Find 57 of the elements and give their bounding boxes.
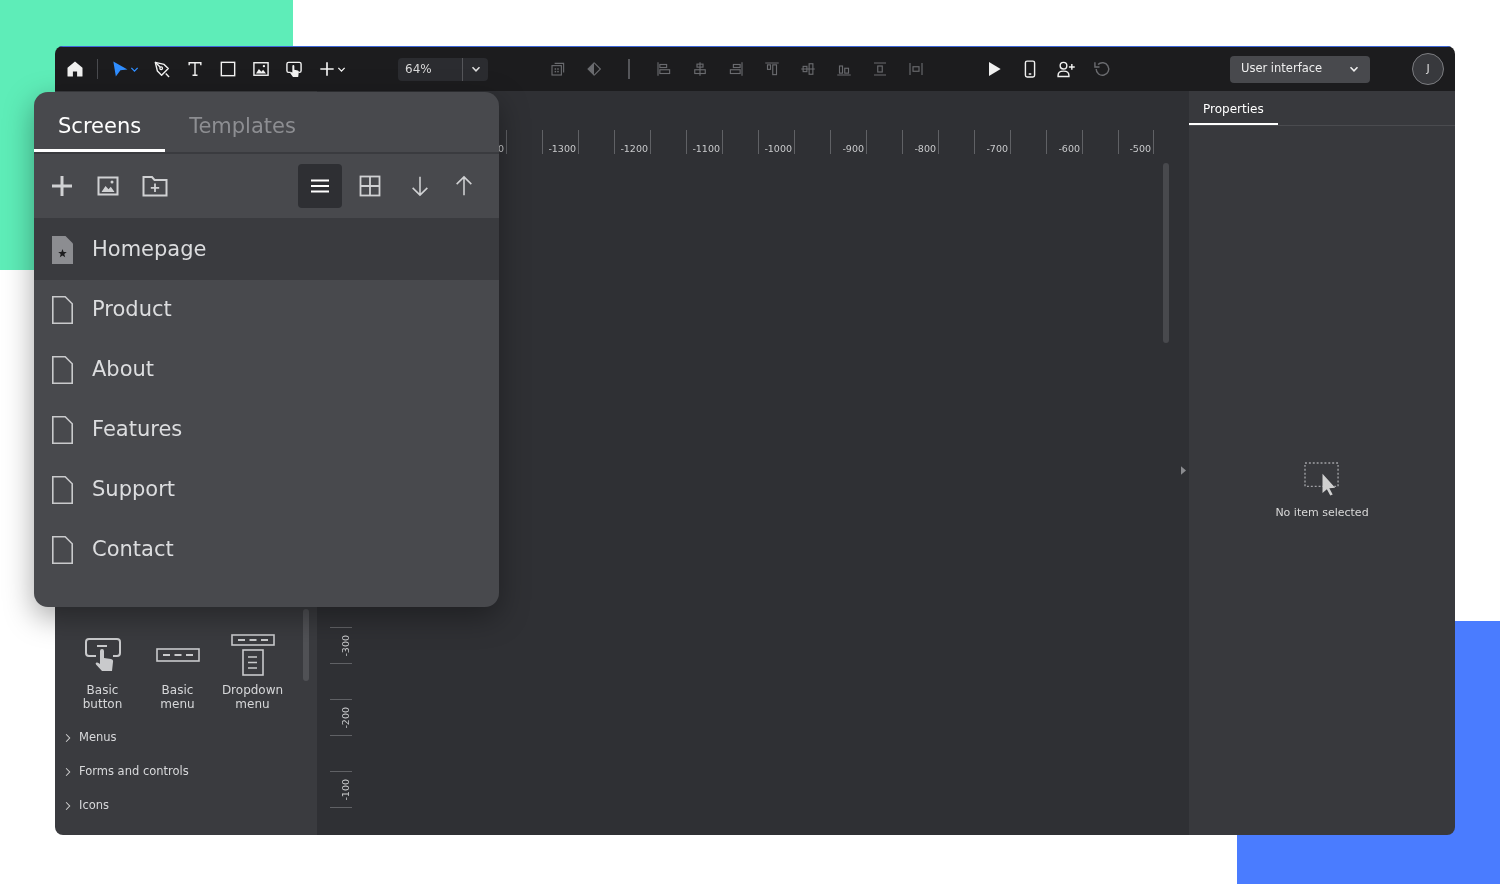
ruler-label: -1300	[548, 143, 576, 154]
panel-tab[interactable]: Properties	[1189, 91, 1278, 125]
ruler-label: -1200	[620, 143, 648, 154]
component-tile[interactable]: Dropdown menu	[215, 634, 290, 711]
menu-bar-icon	[155, 648, 200, 662]
triangle-right-icon[interactable]	[1181, 466, 1186, 475]
ruler-label: -300	[340, 634, 350, 657]
ruler-label: 0	[497, 143, 504, 154]
grid-icon	[358, 174, 382, 198]
cursor-selection-icon	[1303, 461, 1341, 497]
ruler-label: -700	[986, 143, 1008, 154]
image-icon[interactable]	[251, 59, 271, 79]
tap-button-icon	[84, 638, 121, 672]
ruler-label: -500	[1129, 143, 1151, 154]
cursor-icon[interactable]	[110, 59, 130, 79]
rectangle-icon[interactable]	[218, 59, 238, 79]
plus-icon[interactable]	[317, 59, 337, 79]
screen-list-item[interactable]: About	[34, 340, 499, 400]
mode-select[interactable]: User interface	[1230, 55, 1370, 83]
screen-list-item[interactable]: Contact	[34, 520, 499, 580]
screen-list-item[interactable]: Homepage	[34, 220, 499, 280]
category-item[interactable]: Forms and controls	[65, 755, 317, 789]
category-item[interactable]: Icons	[65, 789, 317, 823]
screen-list-item[interactable]: Support	[34, 460, 499, 520]
home-icon[interactable]	[65, 59, 85, 79]
ruler-label: -1100	[692, 143, 720, 154]
ruler-label: -200	[340, 706, 350, 729]
arrow-down-icon[interactable]	[409, 174, 431, 198]
scrollbar[interactable]	[303, 609, 309, 681]
plus-icon[interactable]	[50, 174, 74, 198]
zoom-field[interactable]: 64%	[398, 57, 463, 81]
hand-pointer-icon[interactable]	[284, 59, 304, 79]
text-tool-icon[interactable]	[185, 59, 205, 79]
dropdown-menu-icon	[230, 634, 275, 676]
pen-icon[interactable]	[152, 59, 172, 79]
ruler-label: -800	[914, 143, 936, 154]
panel-tab[interactable]: Screens	[34, 92, 166, 152]
scrollbar[interactable]	[1163, 163, 1169, 343]
ruler-label: -600	[1058, 143, 1080, 154]
view-toggle-button[interactable]	[298, 164, 342, 208]
zoom-dropdown-button[interactable]	[463, 57, 488, 81]
screen-list-item[interactable]: Features	[34, 400, 499, 460]
category-item[interactable]: Menus	[65, 721, 317, 755]
ruler-label: -1000	[764, 143, 792, 154]
component-tile[interactable]: Basic menu	[140, 634, 215, 711]
ruler-label: -900	[842, 143, 864, 154]
add-user-icon[interactable]	[1056, 59, 1076, 79]
empty-state-text: No item selected	[1275, 504, 1369, 521]
ruler-label: -100	[340, 778, 350, 801]
component-tile[interactable]: Basic button	[65, 634, 140, 711]
screen-list-item[interactable]: Product	[34, 280, 499, 340]
caret-icon	[470, 64, 481, 74]
image-icon[interactable]	[96, 174, 120, 198]
arrow-up-icon[interactable]	[453, 174, 475, 198]
user-avatar[interactable]: J	[1412, 53, 1444, 85]
caret-icon	[1349, 64, 1359, 74]
folder-plus-icon[interactable]	[142, 174, 168, 198]
